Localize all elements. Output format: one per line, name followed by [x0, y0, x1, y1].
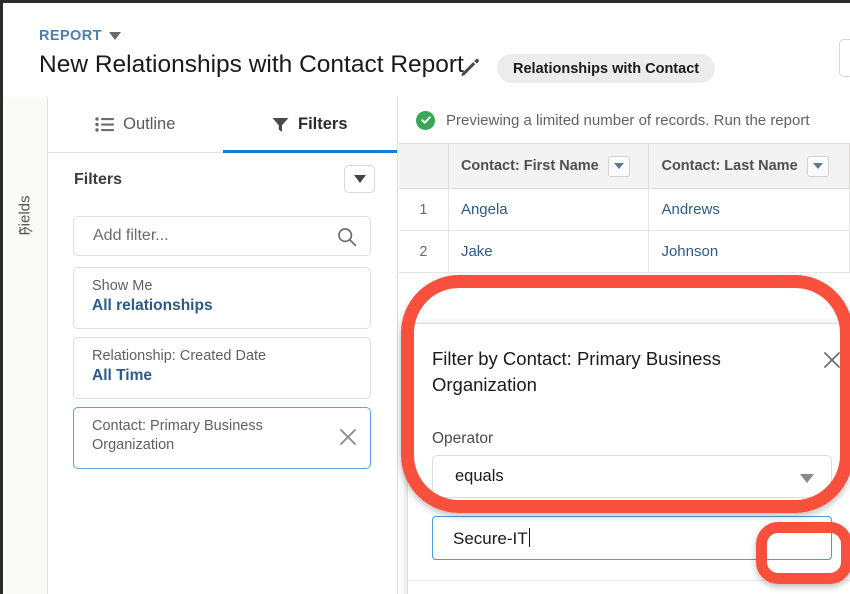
preview-banner-text: Previewing a limited number of records. … — [446, 112, 810, 129]
cell-last-name[interactable]: Andrews — [649, 189, 850, 230]
caret-down-icon — [800, 474, 814, 483]
filters-section-title: Filters — [74, 171, 122, 189]
cell-first-name[interactable]: Angela — [449, 189, 650, 230]
table-row[interactable]: 2 Jake Johnson — [399, 231, 850, 273]
caret-down-icon — [614, 163, 624, 169]
tab-filters-label: Filters — [298, 115, 348, 134]
filter-editor-modal: Filter by Contact: Primary Business Orga… — [407, 323, 850, 594]
list-outline-icon — [95, 117, 114, 132]
column-menu-button[interactable] — [608, 156, 630, 177]
filter-card-primary-business-organization[interactable]: Contact: Primary Business Organization — [73, 407, 371, 469]
header-overflow-button[interactable] — [839, 39, 850, 77]
search-icon — [337, 227, 357, 252]
filter-card-value: All Time — [92, 367, 152, 385]
grid-header-label: Contact: Last Name — [661, 158, 797, 174]
filter-editor-title: Filter by Contact: Primary Business Orga… — [432, 346, 822, 398]
filter-value-text: Secure-IT — [453, 528, 530, 549]
table-row[interactable]: 1 Angela Andrews — [399, 189, 850, 231]
filter-card-show-me[interactable]: Show Me All relationships — [73, 267, 371, 329]
operator-select[interactable]: equals — [432, 455, 832, 498]
funnel-icon — [272, 117, 289, 133]
report-kicker-label: REPORT — [39, 28, 102, 44]
fields-rail-label: Fields — [17, 168, 34, 264]
cell-first-name[interactable]: Jake — [449, 231, 650, 272]
row-index: 1 — [399, 189, 449, 230]
grid-header-row: Contact: First Name Contact: Last Name — [399, 143, 850, 189]
filter-editor-footer: Locked i Cancel Apply — [408, 580, 850, 594]
tab-filters[interactable]: Filters — [223, 97, 398, 152]
fields-rail[interactable]: 〉 Fields — [3, 97, 48, 594]
operator-select-value: equals — [455, 467, 504, 486]
row-index: 2 — [399, 231, 449, 272]
filters-panel: Outline Filters Filters Add filter... — [48, 97, 398, 594]
report-type-pill[interactable]: Relationships with Contact — [497, 54, 715, 83]
grid-header-label: Contact: First Name — [461, 158, 599, 174]
text-cursor — [529, 528, 531, 547]
tab-outline-label: Outline — [123, 115, 175, 134]
pencil-icon[interactable] — [459, 56, 481, 78]
add-filter-placeholder: Add filter... — [93, 227, 169, 245]
page-title: New Relationships with Contact Report — [39, 51, 464, 79]
filters-section-header: Filters — [48, 153, 397, 205]
grid-header-last-name[interactable]: Contact: Last Name — [649, 144, 850, 188]
report-type-breadcrumb[interactable]: REPORT — [39, 28, 121, 44]
caret-down-icon — [813, 163, 823, 169]
caret-down-icon — [354, 175, 366, 183]
grid-header-first-name[interactable]: Contact: First Name — [449, 144, 650, 188]
filter-card-created-date[interactable]: Relationship: Created Date All Time — [73, 337, 371, 399]
filter-card-label: Show Me — [92, 277, 322, 296]
operator-label: Operator — [432, 430, 493, 448]
report-grid: Contact: First Name Contact: Last Name 1… — [399, 143, 850, 594]
tab-outline[interactable]: Outline — [48, 97, 223, 152]
grid-header-index — [399, 144, 449, 188]
report-preview-area: Previewing a limited number of records. … — [399, 97, 850, 594]
column-menu-button[interactable] — [807, 156, 829, 177]
filters-section-menu-button[interactable] — [344, 165, 375, 193]
caret-down-icon[interactable] — [109, 32, 121, 40]
filter-card-label: Relationship: Created Date — [92, 347, 322, 366]
check-circle-icon — [416, 111, 435, 130]
add-filter-input[interactable]: Add filter... — [73, 216, 371, 256]
page-header: REPORT New Relationships with Contact Re… — [3, 3, 850, 97]
panel-tab-bar: Outline Filters — [48, 97, 397, 153]
filter-value-input[interactable]: Secure-IT — [432, 516, 832, 560]
cell-last-name[interactable]: Johnson — [649, 231, 850, 272]
app-window: REPORT New Relationships with Contact Re… — [0, 0, 850, 594]
filter-card-value: All relationships — [92, 297, 213, 315]
close-x-icon[interactable] — [337, 426, 359, 448]
close-x-icon[interactable] — [820, 348, 844, 372]
preview-banner: Previewing a limited number of records. … — [399, 97, 850, 143]
filter-card-label: Contact: Primary Business Organization — [92, 417, 322, 455]
